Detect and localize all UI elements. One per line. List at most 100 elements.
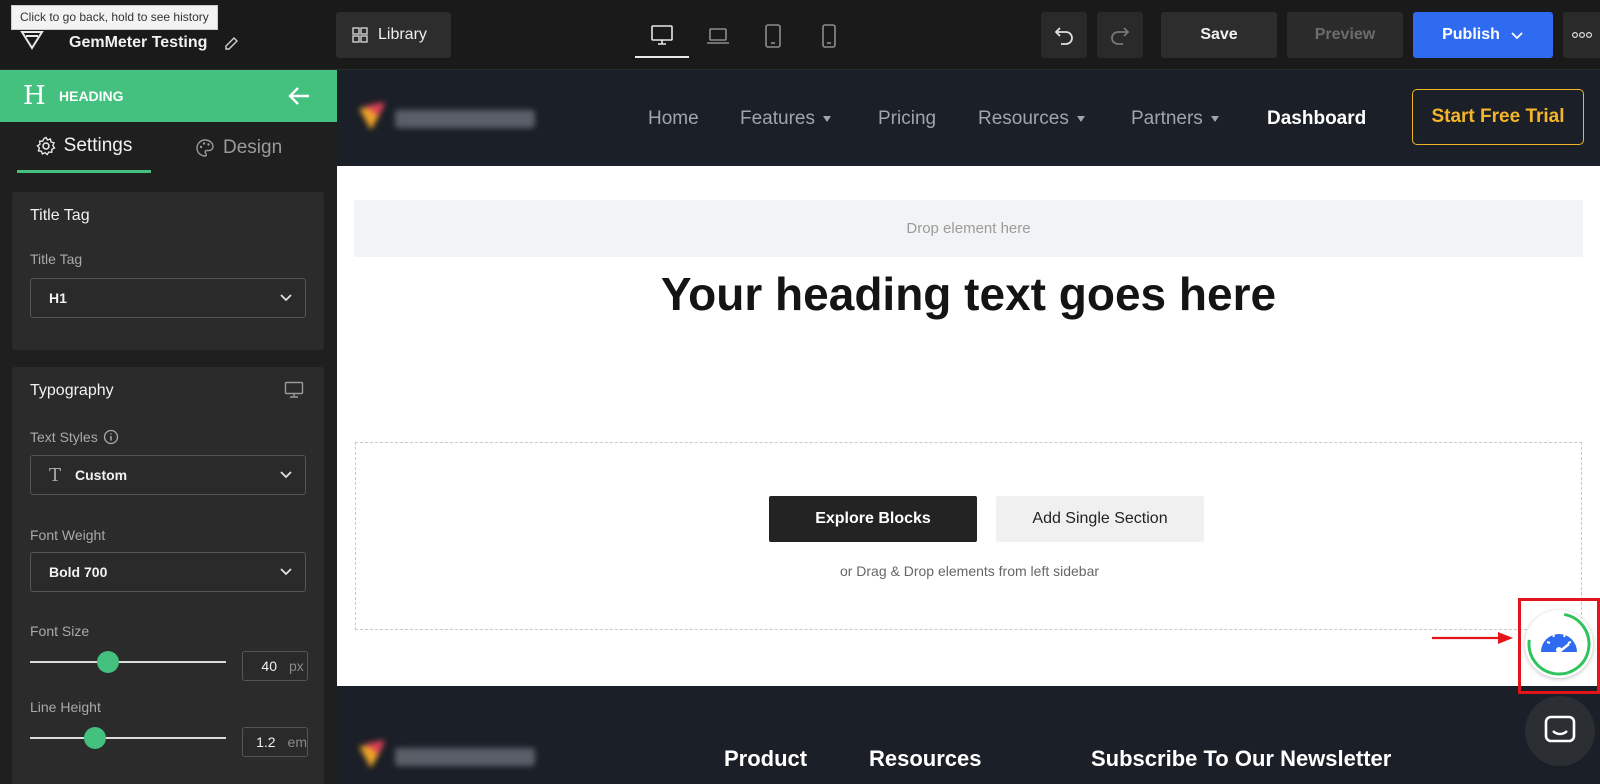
chat-launcher-button[interactable] xyxy=(1525,696,1595,766)
device-desktop-button[interactable] xyxy=(635,14,689,58)
tab-settings-label: Settings xyxy=(63,135,133,156)
sidebar-tabs: Settings Design xyxy=(0,122,337,173)
add-single-section-button[interactable]: Add Single Section xyxy=(996,496,1204,542)
undo-button[interactable] xyxy=(1041,12,1087,58)
line-height-input[interactable]: 1.2 em xyxy=(242,727,308,757)
chevron-down-icon xyxy=(280,568,292,576)
publish-label: Publish xyxy=(1442,26,1500,43)
font-size-label: Font Size xyxy=(30,623,90,639)
tab-design-label: Design xyxy=(223,136,283,158)
drop-zone[interactable]: Drop element here xyxy=(354,200,1583,257)
sidebar-title: HEADING xyxy=(59,88,124,104)
heading-element[interactable]: Your heading text goes here xyxy=(337,267,1600,321)
drag-drop-hint: or Drag & Drop elements from left sideba… xyxy=(839,563,1100,579)
mobile-icon xyxy=(822,24,836,48)
redo-icon xyxy=(1111,27,1130,45)
publish-button[interactable]: Publish xyxy=(1413,12,1553,58)
laptop-icon xyxy=(707,28,729,44)
more-options-button[interactable] xyxy=(1563,12,1600,58)
desktop-icon[interactable] xyxy=(284,381,304,399)
undo-icon xyxy=(1054,27,1073,45)
settings-sidebar: H HEADING Settings Design Title Tag Titl… xyxy=(0,70,337,784)
device-laptop-button[interactable] xyxy=(691,14,745,58)
editor-canvas: Home Features Pricing Resources Partners… xyxy=(337,70,1600,784)
title-tag-panel: Title Tag Title Tag H1 xyxy=(12,192,324,350)
title-tag-value: H1 xyxy=(49,290,67,306)
start-free-trial-button[interactable]: Start Free Trial xyxy=(1412,89,1584,145)
palette-icon xyxy=(196,138,214,157)
nav-pricing-label: Pricing xyxy=(878,108,937,129)
nav-item-home[interactable]: Home xyxy=(648,108,699,130)
device-mobile-button[interactable] xyxy=(802,14,856,58)
edit-pencil-icon[interactable] xyxy=(223,36,239,52)
text-styles-label-row: Text Styles xyxy=(30,429,119,445)
footer-resources-heading: Resources xyxy=(869,746,982,771)
caret-down-icon xyxy=(1210,116,1219,122)
grid-icon xyxy=(352,27,368,43)
sidebar-header: H HEADING xyxy=(0,70,337,122)
text-type-icon: T xyxy=(49,464,62,486)
tab-settings[interactable]: Settings xyxy=(17,122,151,173)
red-highlight-annotation xyxy=(1518,598,1600,694)
arrow-left-icon[interactable] xyxy=(287,85,311,107)
font-size-slider-thumb[interactable] xyxy=(97,651,120,673)
desktop-icon xyxy=(651,25,673,45)
library-button[interactable]: Library xyxy=(336,12,451,58)
chevron-down-icon xyxy=(1511,32,1523,40)
line-height-slider[interactable] xyxy=(30,737,226,739)
info-icon[interactable] xyxy=(103,429,119,445)
tablet-icon xyxy=(765,24,781,48)
add-section-area: Explore Blocks Add Single Section or Dra… xyxy=(355,442,1582,630)
device-tablet-button[interactable] xyxy=(746,14,800,58)
chat-icon xyxy=(1544,715,1576,743)
nav-partners-label: Partners xyxy=(1131,108,1203,129)
tab-design[interactable]: Design xyxy=(195,122,315,173)
title-tag-label: Title Tag xyxy=(30,251,83,267)
nav-item-dashboard[interactable]: Dashboard xyxy=(1267,108,1366,130)
chevron-down-icon xyxy=(280,294,292,302)
library-label: Library xyxy=(378,26,427,43)
chevron-down-icon xyxy=(280,471,292,479)
line-height-slider-thumb[interactable] xyxy=(83,727,106,749)
nav-home-label: Home xyxy=(648,108,699,129)
text-styles-select[interactable]: T Custom xyxy=(30,455,306,495)
site-logo xyxy=(359,102,535,130)
app: Click to go back, hold to see history Ge… xyxy=(0,0,1600,784)
font-size-slider[interactable] xyxy=(30,661,226,663)
font-weight-label: Font Weight xyxy=(30,527,106,543)
explore-blocks-button[interactable]: Explore Blocks xyxy=(769,496,977,542)
caret-down-icon xyxy=(822,116,831,122)
nav-item-features[interactable]: Features xyxy=(740,108,831,130)
footer-product-heading: Product xyxy=(724,746,808,771)
app-logo-icon[interactable] xyxy=(20,30,44,50)
save-button[interactable]: Save xyxy=(1161,12,1277,58)
text-styles-value: Custom xyxy=(75,467,128,483)
gear-icon xyxy=(36,136,56,156)
font-size-input[interactable]: 40 px xyxy=(242,651,308,681)
nav-features-label: Features xyxy=(740,108,815,129)
typography-panel-title: Typography xyxy=(30,382,114,399)
preview-button[interactable]: Preview xyxy=(1287,12,1403,58)
project-name: GemMeter Testing xyxy=(69,34,208,51)
typography-panel: Typography Text Styles T Custom Font Wei… xyxy=(12,367,324,784)
nav-item-resources[interactable]: Resources xyxy=(978,108,1085,130)
line-height-label: Line Height xyxy=(30,699,101,715)
title-tag-panel-title: Title Tag xyxy=(30,207,90,224)
nav-item-partners[interactable]: Partners xyxy=(1131,108,1219,130)
redo-button[interactable] xyxy=(1097,12,1143,58)
heading-element-icon: H xyxy=(23,81,46,111)
top-toolbar: Click to go back, hold to see history Ge… xyxy=(0,0,1600,70)
font-size-unit: px xyxy=(289,658,304,674)
nav-item-pricing[interactable]: Pricing xyxy=(878,108,936,130)
font-weight-select[interactable]: Bold 700 xyxy=(30,552,306,592)
font-size-value: 40 xyxy=(261,658,277,674)
back-tooltip: Click to go back, hold to see history xyxy=(11,5,218,30)
nav-resources-label: Resources xyxy=(978,108,1069,129)
font-weight-value: Bold 700 xyxy=(49,564,108,580)
caret-down-icon xyxy=(1076,116,1085,122)
text-styles-label: Text Styles xyxy=(30,429,98,445)
site-footer[interactable]: Product Resources Subscribe To Our Newsl… xyxy=(337,686,1600,784)
site-navbar[interactable]: Home Features Pricing Resources Partners… xyxy=(337,70,1600,166)
footer-logo xyxy=(359,740,535,768)
title-tag-select[interactable]: H1 xyxy=(30,278,306,318)
